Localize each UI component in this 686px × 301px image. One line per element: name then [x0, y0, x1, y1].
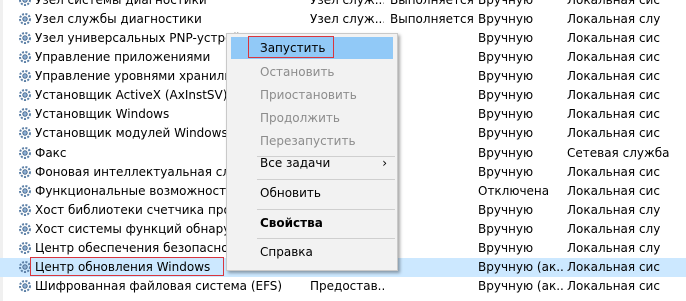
gear-icon: [18, 146, 32, 160]
menu-item-label: Все задачи: [260, 156, 331, 170]
menu-item-stop: Остановить: [227, 61, 397, 83]
service-logon: Локальная сис: [567, 260, 660, 274]
service-description: Узел служ...: [310, 0, 384, 7]
service-logon: Локальная слу: [567, 12, 661, 26]
service-logon: Локальная сис: [567, 107, 660, 121]
service-description: Предостав...: [310, 279, 384, 293]
service-logon: Локальная сис: [567, 126, 660, 140]
service-logon: Локальная сис: [567, 31, 660, 45]
menu-item-label: Обновить: [260, 186, 321, 200]
gear-icon: [18, 165, 32, 179]
service-row[interactable]: Узел службы диагностики Узел служ... Вып…: [0, 10, 686, 29]
service-startup: Вручную: [478, 12, 534, 26]
gear-icon: [18, 184, 32, 198]
menu-item-restart: Перезапустить: [227, 130, 397, 152]
service-startup: Вручную: [478, 50, 534, 64]
selected-row-highlight: [30, 257, 224, 276]
gear-icon: [18, 88, 32, 102]
service-startup: Вручную: [478, 222, 534, 236]
service-startup: Вручную: [478, 126, 534, 140]
service-startup: Вручную: [478, 203, 534, 217]
gear-icon: [18, 279, 32, 293]
service-logon: Локальная сис: [567, 279, 660, 293]
gear-icon: [18, 203, 32, 217]
service-startup: Вручную: [478, 165, 534, 179]
menu-item-label: Приостановить: [260, 88, 357, 102]
menu-item-help[interactable]: Справка: [227, 241, 397, 263]
gear-icon: [18, 107, 32, 121]
service-name: Узел службы диагностики: [35, 12, 202, 26]
menu-separator: [257, 209, 395, 210]
gear-icon: [18, 12, 32, 26]
service-logon: Локальная сис: [567, 50, 660, 64]
gear-icon: [18, 241, 32, 255]
service-startup: Вручную: [478, 0, 534, 7]
service-logon: Локальная слу: [567, 241, 661, 255]
service-startup: Отключена: [478, 184, 550, 198]
gear-icon: [18, 31, 32, 45]
gear-icon: [18, 126, 32, 140]
gear-icon: [18, 222, 32, 236]
menu-item-pause: Приостановить: [227, 84, 397, 106]
service-row[interactable]: Узел системы диагностики Узел служ... Вы…: [0, 0, 686, 10]
gear-icon: [18, 69, 32, 83]
service-status: Выполняется: [390, 12, 474, 26]
service-logon: Локальная слу: [567, 222, 661, 236]
service-logon: Сетевая служба: [567, 146, 670, 160]
service-logon: Локальная слу: [567, 203, 661, 217]
menu-item-label: Продолжить: [260, 111, 340, 125]
service-startup: Вручную: [478, 146, 534, 160]
service-status: Выполняется: [390, 0, 474, 7]
service-description: Узел служ...: [310, 12, 384, 26]
submenu-arrow-icon: ›: [382, 156, 387, 170]
service-logon: Локальная сис: [567, 165, 660, 179]
start-item-highlight: [248, 36, 334, 58]
service-logon: Локальная сис: [567, 88, 660, 102]
menu-item-resume: Продолжить: [227, 107, 397, 129]
service-name: Узел системы диагностики: [35, 0, 207, 7]
context-menu[interactable]: Запустить Остановить Приостановить Продо…: [226, 33, 398, 271]
service-startup: Вручную (ак...: [478, 279, 564, 293]
service-logon: Локальная сис: [567, 184, 660, 198]
menu-item-label: Свойства: [260, 216, 323, 230]
gear-icon: [18, 50, 32, 64]
menu-item-label: Перезапустить: [260, 134, 356, 148]
menu-item-label: Справка: [260, 245, 313, 259]
menu-separator: [257, 238, 395, 239]
menu-item-refresh[interactable]: Обновить: [227, 182, 397, 204]
service-startup: Вручную: [478, 107, 534, 121]
service-logon: Локальная сис: [567, 69, 660, 83]
service-startup: Вручную: [478, 31, 534, 45]
service-startup: Вручную (ак...: [478, 260, 564, 274]
service-logon: Локальная сис: [567, 0, 660, 7]
menu-item-label: Остановить: [260, 65, 335, 79]
menu-separator: [257, 179, 395, 180]
menu-item-properties[interactable]: Свойства: [227, 212, 397, 234]
service-startup: Вручную: [478, 69, 534, 83]
service-startup: Вручную: [478, 241, 534, 255]
gear-icon: [18, 0, 32, 7]
service-row[interactable]: Шифрованная файловая система (EFS) Предо…: [0, 277, 686, 296]
service-name: Шифрованная файловая система (EFS): [35, 279, 283, 293]
service-startup: Вручную: [478, 88, 534, 102]
menu-item-all-tasks[interactable]: Все задачи ›: [227, 152, 397, 174]
